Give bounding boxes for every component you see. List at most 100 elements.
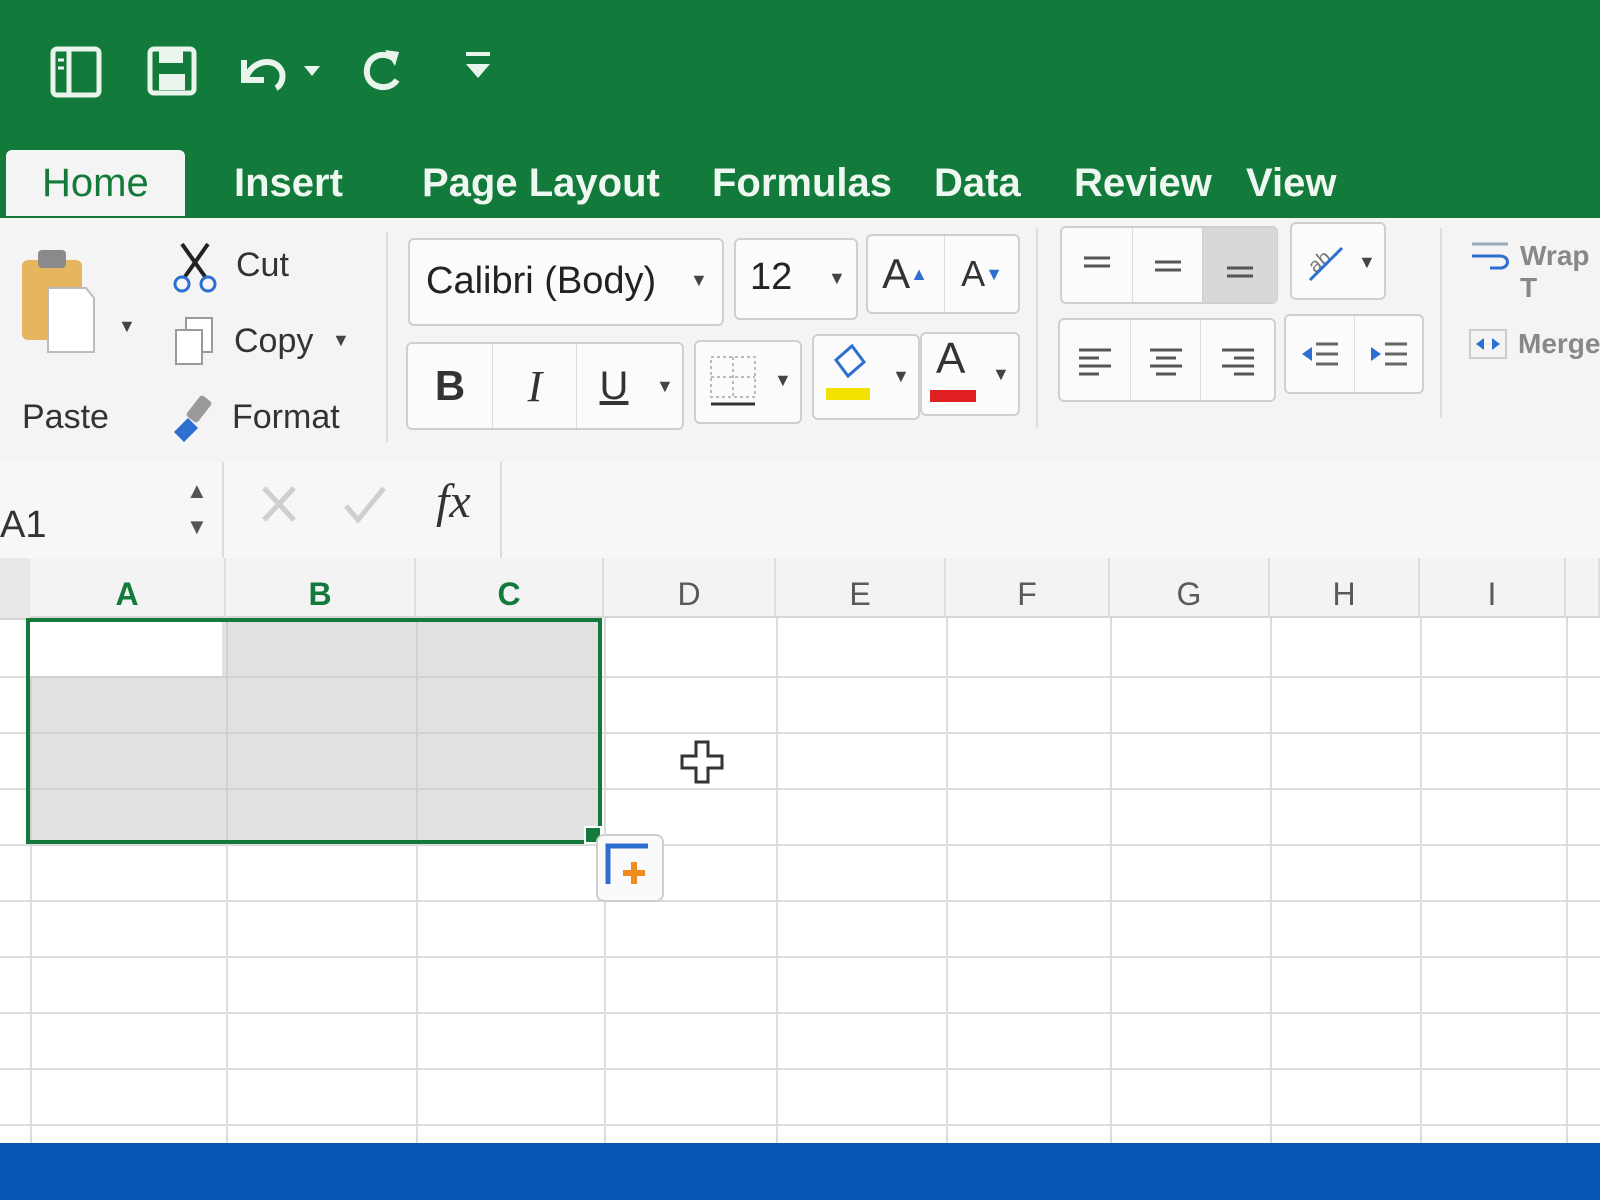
scissors-icon bbox=[172, 240, 218, 299]
merge-cells-icon bbox=[1468, 324, 1510, 369]
redo-icon[interactable] bbox=[350, 38, 414, 102]
undo-icon[interactable] bbox=[228, 38, 328, 102]
save-icon[interactable] bbox=[140, 38, 204, 102]
increase-indent-button[interactable] bbox=[1354, 316, 1423, 392]
decrease-indent-button[interactable] bbox=[1286, 316, 1354, 392]
fill-color-dropdown-caret: ▼ bbox=[892, 366, 910, 386]
quick-analysis-button[interactable] bbox=[596, 834, 664, 902]
align-right-button[interactable] bbox=[1200, 320, 1275, 400]
italic-button[interactable]: I bbox=[492, 344, 577, 428]
wrap-text-icon bbox=[1470, 236, 1512, 281]
column-header-d[interactable]: D bbox=[604, 558, 776, 618]
confirm-entry-icon[interactable] bbox=[342, 482, 392, 538]
tab-page-layout[interactable]: Page Layout bbox=[422, 150, 660, 216]
align-left-button[interactable] bbox=[1060, 320, 1130, 400]
align-center-button[interactable] bbox=[1130, 320, 1201, 400]
font-color-dropdown-caret: ▼ bbox=[992, 364, 1010, 384]
grid-line bbox=[776, 618, 778, 1143]
column-header-i[interactable]: I bbox=[1420, 558, 1566, 618]
grid-line bbox=[0, 1068, 1600, 1070]
tab-review[interactable]: Review bbox=[1074, 150, 1212, 216]
copy-icon bbox=[172, 314, 216, 373]
copy-button[interactable]: Copy ▼ bbox=[172, 312, 372, 374]
font-size-value: 12 bbox=[750, 256, 793, 298]
name-box-down-icon[interactable]: ▼ bbox=[186, 514, 208, 540]
cut-button[interactable]: Cut bbox=[172, 236, 372, 298]
tab-view[interactable]: View bbox=[1246, 150, 1336, 216]
sidebar-toggle-icon[interactable] bbox=[44, 38, 108, 102]
font-color-letter: A bbox=[936, 334, 966, 383]
tab-data[interactable]: Data bbox=[934, 150, 1021, 216]
grid-line bbox=[0, 956, 1600, 958]
select-all-corner[interactable] bbox=[0, 558, 32, 620]
formula-input[interactable] bbox=[500, 462, 1600, 558]
font-color-button[interactable]: A ▼ bbox=[920, 332, 1020, 416]
align-center-icon bbox=[1150, 348, 1182, 376]
wrap-text-label: Wrap T bbox=[1520, 240, 1590, 303]
grid-line bbox=[1420, 618, 1422, 1143]
decrease-font-size-button[interactable]: A ▼ bbox=[944, 236, 1019, 312]
text-style-group: B I U ▼ bbox=[406, 342, 684, 430]
column-header-a[interactable]: A bbox=[30, 558, 226, 618]
tab-home[interactable]: Home bbox=[6, 150, 185, 216]
font-size-select[interactable]: 12 ▼ bbox=[734, 238, 858, 320]
grid-line bbox=[1566, 618, 1568, 1143]
merge-button[interactable]: Merge bbox=[1468, 316, 1600, 376]
orientation-button[interactable]: ab ▼ bbox=[1290, 222, 1386, 300]
orientation-dropdown-caret: ▼ bbox=[1358, 252, 1376, 272]
clipboard-icon bbox=[18, 246, 98, 356]
cell-cursor-icon bbox=[678, 738, 726, 791]
grid-line bbox=[0, 900, 1600, 902]
ribbon-home: ▼ Paste Cut Copy ▼ Format Calibri (Body)… bbox=[0, 218, 1600, 464]
column-header-g[interactable]: G bbox=[1110, 558, 1270, 618]
column-header-partial[interactable] bbox=[1566, 558, 1600, 618]
font-color-swatch bbox=[930, 390, 976, 402]
vertical-align-group bbox=[1060, 226, 1278, 304]
copy-dropdown-caret[interactable]: ▼ bbox=[332, 330, 350, 351]
grid-line bbox=[0, 844, 1600, 846]
fill-color-button[interactable]: ▼ bbox=[812, 334, 920, 420]
underline-button[interactable]: U bbox=[576, 344, 651, 428]
borders-button[interactable]: ▼ bbox=[694, 340, 802, 424]
selection-range[interactable] bbox=[26, 618, 602, 844]
column-header-e[interactable]: E bbox=[776, 558, 946, 618]
column-header-b[interactable]: B bbox=[226, 558, 416, 618]
paste-button[interactable]: ▼ Paste bbox=[12, 246, 152, 446]
column-header-h[interactable]: H bbox=[1270, 558, 1420, 618]
paste-label: Paste bbox=[22, 398, 109, 436]
align-bottom-button[interactable] bbox=[1202, 228, 1277, 302]
column-header-c[interactable]: C bbox=[416, 558, 604, 618]
name-box-up-icon[interactable]: ▲ bbox=[186, 478, 208, 504]
paste-dropdown-caret[interactable]: ▼ bbox=[118, 316, 136, 337]
font-family-caret: ▼ bbox=[690, 270, 708, 290]
borders-dropdown-caret: ▼ bbox=[774, 370, 792, 390]
align-right-icon bbox=[1222, 348, 1254, 376]
title-bar bbox=[0, 0, 1600, 140]
font-family-select[interactable]: Calibri (Body) ▼ bbox=[408, 238, 724, 326]
tab-insert[interactable]: Insert bbox=[234, 150, 343, 216]
grid-line bbox=[1110, 618, 1112, 1143]
customize-toolbar-icon[interactable] bbox=[446, 38, 510, 102]
increase-indent-icon bbox=[1371, 342, 1407, 366]
indent-group bbox=[1284, 314, 1424, 394]
worksheet-grid[interactable]: A B C D E F G H I bbox=[0, 558, 1600, 1143]
align-top-icon bbox=[1084, 256, 1110, 268]
cancel-entry-icon[interactable] bbox=[260, 482, 310, 538]
paintbrush-icon bbox=[168, 392, 218, 451]
decrease-indent-icon bbox=[1302, 342, 1338, 366]
ribbon-separator bbox=[1440, 228, 1442, 418]
column-header-f[interactable]: F bbox=[946, 558, 1110, 618]
tab-formulas[interactable]: Formulas bbox=[712, 150, 892, 216]
active-cell[interactable] bbox=[30, 622, 222, 676]
wrap-text-button[interactable]: Wrap T bbox=[1470, 228, 1600, 303]
format-painter-button[interactable]: Format bbox=[168, 390, 378, 452]
insert-function-button[interactable]: fx bbox=[436, 474, 471, 529]
underline-dropdown-caret[interactable]: ▼ bbox=[656, 376, 674, 397]
align-top-button[interactable] bbox=[1062, 228, 1132, 302]
bold-button[interactable]: B bbox=[408, 344, 492, 428]
align-middle-button[interactable] bbox=[1132, 228, 1203, 302]
increase-font-size-button[interactable]: A ▲ bbox=[868, 236, 942, 312]
align-left-icon bbox=[1079, 348, 1111, 376]
name-box[interactable]: A1 ▲ ▼ bbox=[0, 462, 224, 558]
merge-label: Merge bbox=[1518, 328, 1600, 359]
